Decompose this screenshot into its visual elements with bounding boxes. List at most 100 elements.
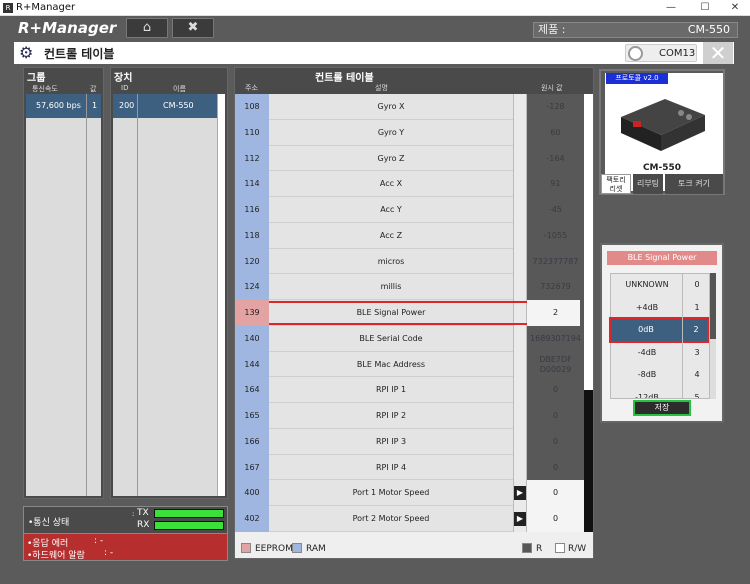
table-row[interactable]: 164 RPI IP 1 0 (235, 377, 593, 404)
legend-ram: RAM (306, 544, 326, 554)
row-value: 0 (552, 411, 559, 421)
device-col-id: ID (121, 84, 129, 92)
row-description: RPI IP 3 (375, 436, 407, 446)
control-table-body: 108 Gyro X -128 110 Gyro Y 60 112 Gyro Z -164 114… (235, 94, 593, 532)
home-button[interactable]: ⌂ (126, 18, 168, 38)
row-address: 108 (244, 102, 260, 111)
ble-option[interactable]: -12dB 5 (612, 387, 712, 399)
row-address: 118 (244, 230, 260, 240)
ble-option[interactable]: -4dB 3 (612, 342, 712, 364)
device-scrollbar[interactable] (217, 94, 225, 496)
port-selector[interactable]: COM13 (625, 44, 697, 62)
table-row[interactable]: 108 Gyro X -128 (235, 94, 593, 120)
legend-read-write: R/W (568, 544, 587, 554)
row-value: 60 (550, 127, 561, 137)
ble-option-code: 3 (694, 347, 700, 357)
table-row[interactable]: 139 BLE Signal Power 2 (235, 300, 593, 326)
table-row[interactable]: 120 micros 732377787 (235, 249, 593, 275)
device-col-divider (137, 94, 138, 496)
ble-option[interactable]: -8dB 4 (612, 364, 712, 386)
device-header: 장치 (114, 73, 133, 84)
hardware-alarm-label: •하드웨어 알람 (27, 551, 85, 561)
row-value: 0 (552, 488, 559, 498)
minimize-button[interactable]: — (656, 0, 686, 16)
device-list[interactable] (113, 94, 217, 496)
ble-option-label: UNKNOWN (625, 280, 669, 289)
row-description: BLE Signal Power (356, 308, 426, 318)
play-icon[interactable]: ▶ (514, 486, 526, 501)
row-description: Gyro Y (377, 127, 405, 137)
home-icon: ⌂ (142, 20, 152, 35)
connection-status-icon (628, 46, 643, 61)
group-col-baud: 통신속도 (32, 85, 58, 93)
close-page-button[interactable]: ✕ (703, 42, 733, 64)
rx-label: RX (137, 520, 150, 530)
table-row[interactable]: ▶ 400 Port 1 Motor Speed 0 (235, 480, 593, 507)
table-row[interactable]: 114 Acc X 91 (235, 171, 593, 198)
table-row[interactable]: 110 Gyro Y 60 (235, 120, 593, 146)
row-value: -164 (546, 153, 565, 163)
table-row[interactable]: 165 RPI IP 2 0 (235, 403, 593, 429)
row-value: 1689307194 (530, 333, 581, 343)
group-panel: 그룹 통신속도 값 57,600 bps 1 (23, 67, 104, 499)
close-window-button[interactable]: ✕ (720, 0, 750, 16)
torque-on-button[interactable]: 토크 켜기 (665, 174, 723, 194)
factory-reset-button[interactable]: 팩토리 리셋 (601, 174, 631, 194)
group-col-divider (86, 94, 87, 496)
row-value: 0 (552, 462, 559, 472)
device-row[interactable]: 200 CM-550 (113, 94, 217, 118)
row-description: Gyro X (377, 102, 405, 111)
maximize-button[interactable]: ☐ (690, 0, 720, 16)
ble-panel-title: BLE Signal Power (607, 251, 717, 265)
row-description: RPI IP 1 (375, 385, 407, 395)
table-row[interactable]: 118 Acc Z -1055 (235, 223, 593, 249)
row-address: 139 (244, 308, 260, 318)
tx-colon: : (132, 510, 135, 518)
table-row[interactable]: 124 millis 732679 (235, 274, 593, 301)
row-address: 114 (244, 179, 260, 189)
comm-status-panel: •통신 상태 : TX RX (23, 506, 228, 534)
table-row[interactable]: 116 Acc Y -45 (235, 197, 593, 223)
table-row[interactable]: 166 RPI IP 3 0 (235, 429, 593, 455)
ble-option-code: 1 (694, 302, 700, 312)
legend-eeprom: EEPROM (255, 544, 293, 554)
group-col-value: 값 (90, 85, 97, 93)
table-row[interactable]: 144 BLE Mac Address DBE7DF D00029 (235, 352, 593, 378)
table-row[interactable]: ▶ 402 Port 2 Motor Speed 0 (235, 506, 593, 532)
reboot-button[interactable]: 리부팅 (633, 174, 663, 194)
table-row[interactable]: 140 BLE Serial Code 1689307194 (235, 326, 593, 352)
ble-option[interactable]: +4dB 1 (612, 297, 712, 319)
row-description: RPI IP 4 (375, 462, 407, 472)
ble-option-code: 0 (694, 280, 700, 289)
row-value: DBE7DF D00029 (539, 354, 572, 374)
row-separator (269, 530, 513, 532)
product-value: CM-550 (687, 23, 730, 36)
device-card-name: CM-550 (642, 163, 682, 173)
tools-button[interactable]: ✖ (172, 18, 214, 38)
ble-option-label: -8dB (637, 370, 657, 379)
row-value: 732377787 (532, 256, 579, 266)
group-list[interactable] (26, 94, 101, 496)
row-address: 167 (244, 462, 260, 472)
app-icon: R (3, 3, 13, 13)
ram-swatch (292, 543, 302, 553)
control-table-header: 컨트롤 테이블 주소 설명 원시 값 (235, 68, 593, 94)
play-icon[interactable]: ▶ (514, 512, 526, 527)
ble-option[interactable]: 0dB 2 (609, 317, 709, 343)
group-header: 그룹 (27, 73, 46, 84)
row-address: 112 (244, 153, 260, 163)
row-description: Port 2 Motor Speed (352, 514, 430, 524)
eeprom-swatch (241, 543, 251, 553)
row-description: Gyro Z (377, 153, 405, 163)
row-address: 400 (244, 488, 260, 498)
comm-status-label: •통신 상태 (28, 518, 70, 528)
control-table-title: 컨트롤 테이블 (315, 73, 374, 84)
save-button[interactable]: 저장 (633, 400, 691, 416)
row-address: 166 (244, 436, 260, 446)
table-row[interactable]: 112 Gyro Z -164 (235, 146, 593, 172)
row-address: 120 (244, 256, 260, 266)
row-value: -45 (548, 205, 563, 215)
table-row[interactable]: 167 RPI IP 4 0 (235, 455, 593, 481)
ble-option[interactable]: UNKNOWN 0 (612, 274, 712, 296)
group-row[interactable]: 57,600 bps 1 (26, 94, 101, 118)
